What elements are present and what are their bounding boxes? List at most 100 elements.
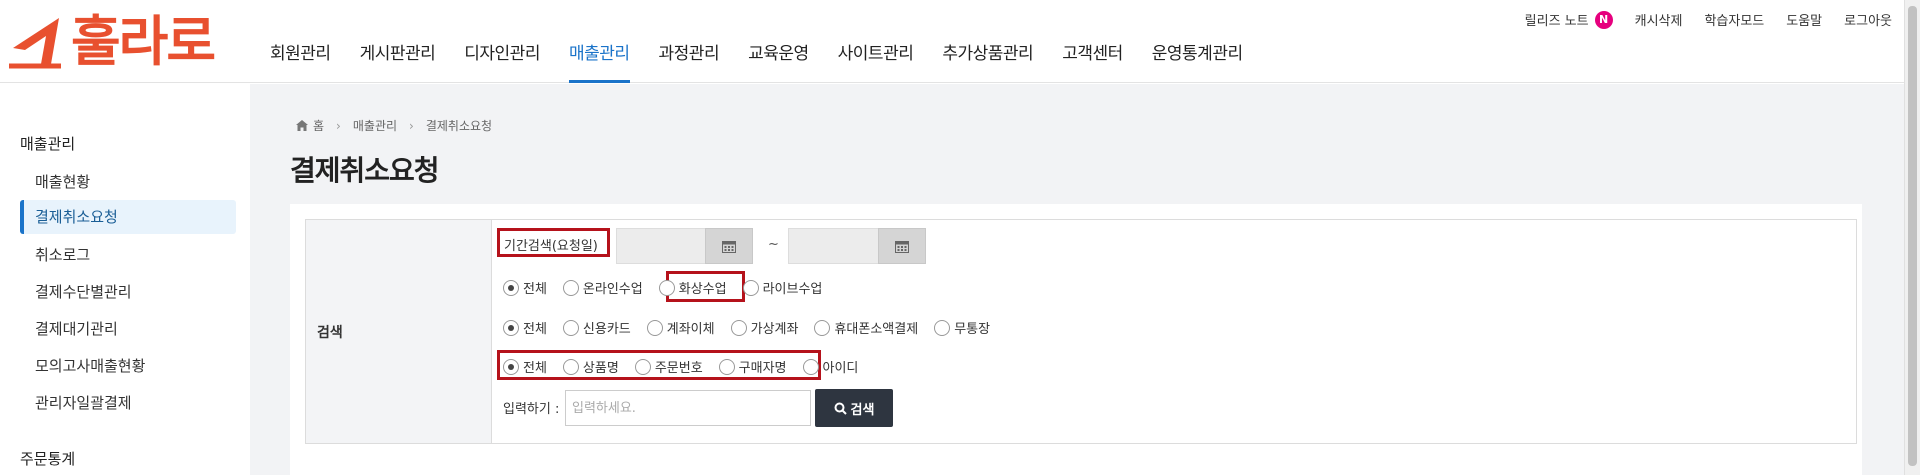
calendar-icon: [722, 240, 736, 253]
radio-pay-mobile[interactable]: 휴대폰소액결제: [814, 318, 918, 337]
help-link[interactable]: 도움말: [1786, 10, 1822, 29]
gnb-item-member[interactable]: 회원관리: [270, 38, 331, 83]
breadcrumb-home[interactable]: 홈: [313, 117, 324, 134]
search-table: 검색 기간검색(요청일) ~ 전체 온라인수업 화상수업 라이브수업 전체 신용…: [305, 219, 1857, 444]
radio-pay-card[interactable]: 신용카드: [562, 318, 631, 337]
search-header: 검색: [306, 220, 492, 443]
radio-circle: [562, 279, 579, 296]
radio-keyword-product[interactable]: 상품명: [562, 357, 619, 376]
radio-class-all[interactable]: 전체: [503, 278, 547, 297]
main-content: 홈 › 매출관리 › 결제취소요청 결제취소요청 검색 기간검색(요청일) ~ …: [250, 84, 1904, 475]
sidebar-item-cancel-log[interactable]: 취소로그: [20, 238, 236, 272]
radio-label: 신용카드: [582, 322, 631, 337]
period-label: 기간검색(요청일): [504, 239, 598, 254]
gnb-item-stats[interactable]: 운영통계관리: [1152, 38, 1243, 83]
keyword-input[interactable]: [565, 390, 811, 426]
logo-mark-icon: [9, 18, 61, 69]
radio-circle: [646, 319, 663, 336]
global-nav: 회원관리 게시판관리 디자인관리 매출관리 과정관리 교육운영 사이트관리 추가…: [270, 38, 1272, 83]
radio-circle: [742, 279, 759, 296]
sidebar-item-cancel-request[interactable]: 결제취소요청: [20, 200, 236, 234]
sidebar-item-mock-exam-sales[interactable]: 모의고사매출현황: [20, 349, 236, 383]
gnb-item-course[interactable]: 과정관리: [659, 38, 720, 83]
utility-menu: 릴리즈 노트 N 캐시삭제 학습자모드 도움말 로그아웃: [1503, 10, 1892, 29]
radio-circle: [802, 358, 819, 375]
gnb-item-education[interactable]: 교육운영: [748, 38, 809, 83]
radio-keyword-buyer[interactable]: 구매자명: [718, 357, 787, 376]
gnb-item-support[interactable]: 고객센터: [1062, 38, 1123, 83]
breadcrumb-level1[interactable]: 매출관리: [353, 117, 397, 134]
date-to-input[interactable]: [788, 228, 880, 264]
radio-circle: [658, 279, 675, 296]
learning-mode-link[interactable]: 학습자모드: [1704, 10, 1764, 29]
radio-pay-virtual[interactable]: 가상계좌: [730, 318, 799, 337]
radio-pay-all[interactable]: 전체: [503, 318, 547, 337]
date-range-separator: ~: [768, 237, 779, 252]
cache-delete-link[interactable]: 캐시삭제: [1635, 10, 1683, 29]
sidebar-item-pay-pending[interactable]: 결제대기관리: [20, 312, 236, 346]
sidebar: 매출관리 매출현황 결제취소요청 취소로그 결제수단별관리 결제대기관리 모의고…: [0, 84, 250, 475]
radio-keyword-all[interactable]: 전체: [503, 357, 547, 376]
class-type-radio-group: 전체 온라인수업 화상수업 라이브수업: [503, 278, 822, 297]
radio-circle: [934, 319, 951, 336]
radio-label: 라이브수업: [762, 282, 823, 297]
gnb-item-board[interactable]: 게시판관리: [360, 38, 436, 83]
breadcrumb: 홈 › 매출관리 › 결제취소요청: [296, 117, 492, 134]
date-from-calendar-button[interactable]: [705, 228, 753, 264]
breadcrumb-separator-icon: ›: [336, 118, 341, 133]
radio-label: 계좌이체: [666, 322, 715, 337]
radio-label: 무통장: [954, 322, 991, 337]
radio-circle: [503, 319, 519, 336]
radio-label: 전체: [523, 322, 547, 337]
radio-label: 구매자명: [738, 361, 787, 376]
page-title: 결제취소요청: [290, 154, 440, 187]
radio-label: 상품명: [582, 361, 619, 376]
sidebar-item-admin-bulk-pay[interactable]: 관리자일괄결제: [20, 386, 236, 420]
radio-circle: [634, 358, 651, 375]
radio-label: 전체: [523, 282, 547, 297]
release-note-label: 릴리즈 노트: [1524, 14, 1589, 29]
top-header: 훌라로 회원관리 게시판관리 디자인관리 매출관리 과정관리 교육운영 사이트관…: [0, 0, 1920, 83]
new-badge: N: [1594, 10, 1613, 29]
radio-pay-bank[interactable]: 무통장: [934, 318, 990, 337]
radio-circle: [503, 279, 519, 296]
pay-method-radio-group: 전체 신용카드 계좌이체 가상계좌 휴대폰소액결제 무통장: [503, 318, 990, 337]
radio-class-live[interactable]: 라이브수업: [742, 278, 823, 297]
input-label: 입력하기 :: [503, 402, 560, 417]
date-to-calendar-button[interactable]: [878, 228, 926, 264]
radio-circle: [503, 358, 519, 375]
radio-label: 온라인수업: [582, 282, 643, 297]
date-from-input[interactable]: [616, 228, 708, 264]
sidebar-section-title-2: 주문통계: [20, 450, 76, 468]
radio-label: 가상계좌: [750, 322, 799, 337]
radio-label: 화상수업: [678, 282, 727, 297]
radio-label: 주문번호: [654, 361, 703, 376]
gnb-item-addon[interactable]: 추가상품관리: [942, 38, 1033, 83]
sidebar-section-title: 매출관리: [20, 135, 76, 153]
sidebar-item-sales-status[interactable]: 매출현황: [20, 165, 236, 199]
gnb-item-site[interactable]: 사이트관리: [838, 38, 914, 83]
radio-circle: [562, 319, 579, 336]
sidebar-item-pay-method[interactable]: 결제수단별관리: [20, 275, 236, 309]
gnb-item-sales[interactable]: 매출관리: [568, 38, 630, 83]
logout-link[interactable]: 로그아웃: [1844, 10, 1892, 29]
radio-keyword-order-no[interactable]: 주문번호: [634, 357, 703, 376]
vertical-scrollbar[interactable]: [1904, 0, 1920, 475]
logo[interactable]: 훌라로: [5, 8, 242, 76]
search-icon: [834, 402, 847, 415]
radio-label: 아이디: [822, 361, 859, 376]
search-button[interactable]: 검색: [815, 389, 893, 427]
search-fields: 기간검색(요청일) ~ 전체 온라인수업 화상수업 라이브수업 전체 신용카드 …: [493, 220, 1856, 443]
radio-pay-transfer[interactable]: 계좌이체: [646, 318, 715, 337]
radio-class-video[interactable]: 화상수업: [658, 278, 727, 297]
radio-class-online[interactable]: 온라인수업: [562, 278, 643, 297]
radio-circle: [814, 319, 831, 336]
radio-circle: [730, 319, 747, 336]
breadcrumb-separator-icon: ›: [409, 118, 414, 133]
gnb-item-design[interactable]: 디자인관리: [464, 38, 540, 83]
scrollbar-thumb[interactable]: [1908, 6, 1917, 466]
radio-keyword-id[interactable]: 아이디: [802, 357, 859, 376]
release-note-link[interactable]: 릴리즈 노트 N: [1525, 10, 1613, 29]
radio-label: 휴대폰소액결제: [834, 322, 919, 337]
breadcrumb-level2: 결제취소요청: [425, 119, 493, 133]
